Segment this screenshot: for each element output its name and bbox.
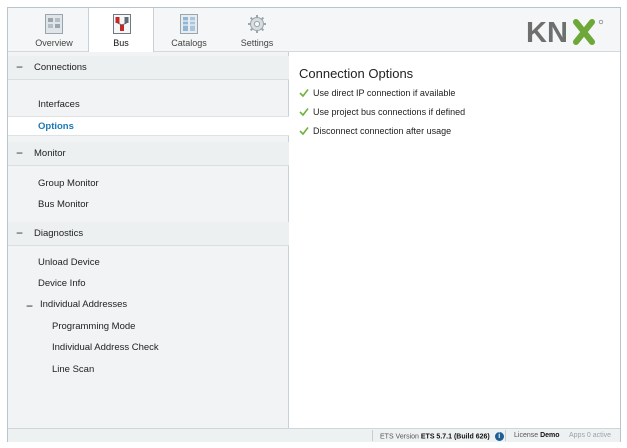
knx-logo: KN xyxy=(526,17,604,46)
sidebar-item-programming-mode[interactable]: Programming Mode xyxy=(8,317,289,337)
sidebar-item-options[interactable]: Options xyxy=(8,116,289,136)
ets-version-label: ETS Version xyxy=(380,433,419,441)
main-panel: Connection Options Use direct IP connect… xyxy=(290,52,620,428)
collapse-icon[interactable]: − xyxy=(26,299,33,313)
sidebar-item-label: Line Scan xyxy=(52,364,95,375)
catalogs-icon xyxy=(180,14,198,34)
section-connections[interactable]: − Connections xyxy=(8,56,289,80)
checkmark-icon[interactable] xyxy=(299,88,309,98)
collapse-icon[interactable]: − xyxy=(16,226,23,240)
license-label: License xyxy=(514,432,539,439)
settings-icon xyxy=(248,15,266,33)
checkmark-icon[interactable] xyxy=(299,107,309,117)
sidebar-item-label: Individual Addresses xyxy=(40,299,128,310)
sidebar-item-individual-addresses[interactable]: − Individual Addresses xyxy=(8,295,289,315)
status-divider xyxy=(505,430,506,441)
tab-settings-label: Settings xyxy=(240,38,274,48)
status-bar: ETS Version ETS 5.7.1 (Build 626) i Lice… xyxy=(8,428,620,442)
section-connections-label: Connections xyxy=(34,62,87,73)
ets-window: Overview Bus Catalogs Settings KN − Conn… xyxy=(7,7,621,442)
tab-overview-label: Overview xyxy=(35,38,73,48)
section-diagnostics-label: Diagnostics xyxy=(34,228,84,239)
sidebar-item-individual-address-check[interactable]: Individual Address Check xyxy=(8,338,289,358)
section-monitor[interactable]: − Monitor xyxy=(8,142,289,166)
option-label: Use project bus connections if defined xyxy=(313,107,466,117)
license-status: License Demo xyxy=(514,432,560,439)
sidebar-item-device-info[interactable]: Device Info xyxy=(8,274,289,294)
tab-overview[interactable]: Overview xyxy=(21,8,87,52)
sidebar-item-unload-device[interactable]: Unload Device xyxy=(8,253,289,273)
tab-bus-label: Bus xyxy=(113,38,129,48)
collapse-icon[interactable]: − xyxy=(16,146,23,160)
ets-version-value: ETS 5.7.1 (Build 626) xyxy=(420,433,490,441)
svg-text:KN: KN xyxy=(526,17,568,46)
section-monitor-label: Monitor xyxy=(34,148,66,159)
sidebar-item-label: Options xyxy=(38,121,74,132)
info-icon[interactable]: i xyxy=(494,432,504,441)
bus-icon xyxy=(113,14,131,34)
apps-status: Apps 0 active xyxy=(569,432,612,439)
ets-version: ETS Version ETS 5.7.1 (Build 626) i xyxy=(380,432,504,441)
sidebar-item-label: Bus Monitor xyxy=(38,199,89,210)
sidebar-item-label: Individual Address Check xyxy=(52,342,159,353)
knx-logo-x xyxy=(573,19,595,45)
ribbon-bar: Overview Bus Catalogs Settings KN xyxy=(8,8,620,53)
sidebar-item-line-scan[interactable]: Line Scan xyxy=(8,360,289,380)
page-title: Connection Options xyxy=(299,66,414,81)
status-divider xyxy=(372,430,373,441)
sidebar-item-label: Device Info xyxy=(38,278,86,289)
checkmark-icon[interactable] xyxy=(299,126,309,136)
sidebar-item-group-monitor[interactable]: Group Monitor xyxy=(8,174,289,194)
option-label: Disconnect connection after usage xyxy=(313,126,452,136)
tab-settings[interactable]: Settings xyxy=(224,8,290,52)
sidebar-item-label: Unload Device xyxy=(38,257,100,268)
sidebar-item-label: Programming Mode xyxy=(52,321,136,332)
option-label: Use direct IP connection if available xyxy=(313,88,456,98)
overview-icon xyxy=(45,14,63,34)
sidebar-item-bus-monitor[interactable]: Bus Monitor xyxy=(8,195,289,215)
tab-catalogs-label: Catalogs xyxy=(171,38,207,48)
tab-catalogs[interactable]: Catalogs xyxy=(156,8,222,52)
sidebar-item-label: Interfaces xyxy=(38,99,80,110)
sidebar: − Connections Interfaces Options − Monit… xyxy=(8,52,289,428)
section-diagnostics[interactable]: − Diagnostics xyxy=(8,222,289,246)
sidebar-item-label: Group Monitor xyxy=(38,178,99,189)
sidebar-item-interfaces[interactable]: Interfaces xyxy=(8,95,289,115)
tab-bus[interactable]: Bus xyxy=(88,8,154,53)
license-value: Demo xyxy=(540,432,560,439)
collapse-icon[interactable]: − xyxy=(16,60,23,74)
